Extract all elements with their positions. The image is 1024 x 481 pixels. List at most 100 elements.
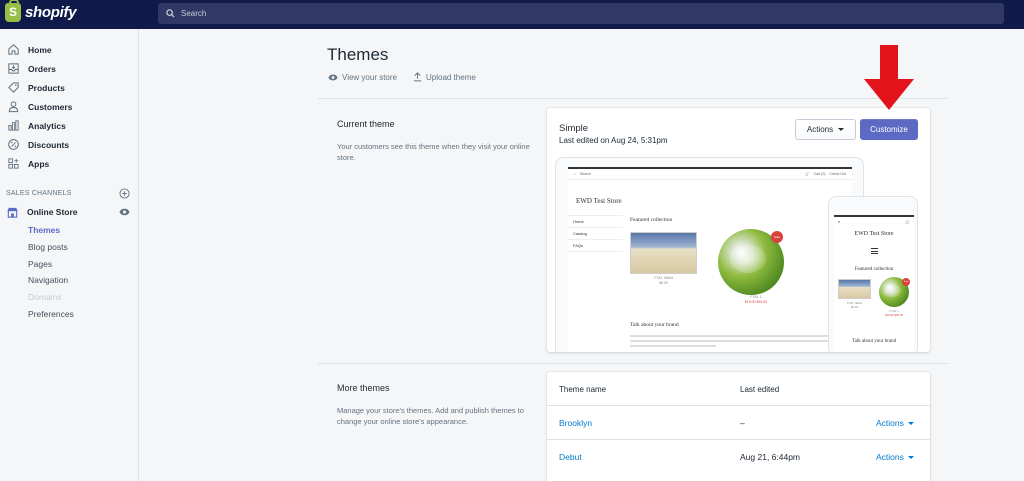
current-theme-card: Simple Last edited on Aug 24, 5:31pm Act… xyxy=(547,108,930,352)
sidebar: Home Orders Products Customers Analytics… xyxy=(0,29,139,481)
sidebar-item-label: Home xyxy=(28,44,52,55)
mobile-preview[interactable]: ⌕ 🛒 EWD Test Store Featured collection F… xyxy=(828,196,918,352)
sidebar-item-label: Discounts xyxy=(28,139,70,150)
upload-theme-link[interactable]: Upload theme xyxy=(413,72,476,82)
preview-product-image xyxy=(630,232,697,274)
sidebar-item-navigation[interactable]: Navigation xyxy=(28,272,74,289)
mobile-sale-badge: Sale xyxy=(902,278,910,286)
table-row: Debut Aug 21, 6:44pm Actions xyxy=(547,439,930,473)
page-header-actions: View your store Upload theme xyxy=(328,72,476,82)
preview-globe-caption: FYAL 1 $19.00 $29.00 xyxy=(726,295,786,305)
sidebar-item-label: Apps xyxy=(28,158,50,169)
mobile-menu-icon xyxy=(871,248,878,256)
customize-button[interactable]: Customize xyxy=(860,119,918,140)
mobile-product-image xyxy=(838,279,871,299)
sidebar-item-orders[interactable]: Orders xyxy=(0,59,139,78)
section-divider xyxy=(318,98,948,99)
main-nav: Home Orders Products Customers Analytics… xyxy=(0,40,139,173)
red-arrow-annotation xyxy=(864,45,914,110)
eye-icon[interactable] xyxy=(119,208,130,216)
caret-down-icon xyxy=(907,421,914,425)
current-theme-title: Current theme xyxy=(337,119,395,129)
mobile-globe-caption: FYAL 1 $19.00 $29.00 xyxy=(876,309,912,317)
preview-menu: Home Catalog FAQs xyxy=(568,215,623,252)
mobile-talk-heading: Talk about your brand xyxy=(851,339,897,344)
mobile-product-price: $19.00 $29.00 xyxy=(885,313,903,317)
preview-sale-badge: Sale xyxy=(771,231,783,243)
preview-product-caption: FYAL Tablet $9.00 xyxy=(630,276,697,286)
theme-link-debut[interactable]: Debut xyxy=(559,452,582,462)
home-icon xyxy=(6,43,20,57)
preview-talk-text xyxy=(630,335,845,350)
search-input[interactable] xyxy=(181,9,581,18)
sidebar-item-pages[interactable]: Pages xyxy=(28,255,74,272)
preview-featured-heading: Featured collection xyxy=(630,217,673,223)
desktop-preview-screen: ⌕ Search 🛒 Cart (0) Check Out EWD Test S… xyxy=(568,167,852,352)
preview-product-price: $9.00 xyxy=(659,281,668,285)
more-themes-card: Theme name Last edited Brooklyn – Action… xyxy=(547,372,930,481)
theme-link-brooklyn[interactable]: Brooklyn xyxy=(559,418,592,428)
orders-icon xyxy=(6,62,20,76)
current-theme-description: Your customers see this theme when they … xyxy=(337,142,530,162)
mobile-cart-icon: 🛒 xyxy=(905,218,910,224)
mobile-product-price: $9.00 xyxy=(851,305,858,309)
apps-icon xyxy=(6,157,20,171)
mobile-store-name: EWD Test Store xyxy=(854,231,894,237)
search-bar[interactable] xyxy=(158,3,1004,24)
view-store-link[interactable]: View your store xyxy=(328,72,397,82)
sidebar-item-discounts[interactable]: Discounts xyxy=(0,135,139,154)
sidebar-item-home[interactable]: Home xyxy=(0,40,139,59)
theme-last-edited: Last edited on Aug 24, 5:31pm xyxy=(559,136,668,145)
brand-name: shopify xyxy=(25,4,77,21)
online-store-subnav: Themes Blog posts Pages Navigation Domai… xyxy=(28,222,74,322)
sidebar-item-products[interactable]: Products xyxy=(0,78,139,97)
tag-icon xyxy=(6,81,20,95)
sales-channels-label: SALES CHANNELS xyxy=(6,190,72,197)
shopify-logo[interactable]: S shopify xyxy=(5,0,77,22)
theme-actions-button[interactable]: Actions xyxy=(876,418,914,428)
preview-cart-icon: 🛒 xyxy=(805,172,810,176)
theme-last-edited: Aug 21, 6:44pm xyxy=(740,452,801,462)
mobile-featured-heading: Featured collection xyxy=(854,267,894,272)
more-themes-description: Manage your store's themes. Add and publ… xyxy=(337,406,524,426)
search-icon xyxy=(166,9,175,18)
preview-talk-heading: Talk about your brand xyxy=(630,322,679,328)
desktop-preview[interactable]: ⌕ Search 🛒 Cart (0) Check Out EWD Test S… xyxy=(555,157,864,352)
caret-down-icon xyxy=(838,128,845,131)
preview-checkout-text: Check Out xyxy=(829,172,846,176)
more-themes-title: More themes xyxy=(337,383,390,393)
actions-label: Actions xyxy=(876,452,904,462)
table-row: Brooklyn – Actions xyxy=(547,405,930,439)
sidebar-item-label: Orders xyxy=(28,63,56,74)
mobile-product-caption: FYAL Tablet $9.00 xyxy=(838,301,871,309)
discount-icon xyxy=(6,138,20,152)
actions-dropdown-button[interactable]: Actions xyxy=(795,119,856,140)
preview-store-name: EWD Test Store xyxy=(576,197,622,205)
caret-down-icon xyxy=(907,455,914,459)
preview-menu-item: Catalog xyxy=(568,228,623,240)
sidebar-item-label: Products xyxy=(28,82,65,93)
col-last-edited: Last edited xyxy=(740,385,780,394)
upload-theme-label: Upload theme xyxy=(426,72,476,82)
sidebar-item-preferences[interactable]: Preferences xyxy=(28,305,74,322)
sidebar-item-domains: Domains xyxy=(28,292,62,303)
actions-label: Actions xyxy=(806,125,834,134)
preview-menu-item: Home xyxy=(568,216,623,228)
sidebar-item-online-store[interactable]: Online Store xyxy=(6,204,130,220)
logo-letter: S xyxy=(9,5,18,19)
sidebar-item-themes[interactable]: Themes xyxy=(28,222,74,239)
sales-channels-header: SALES CHANNELS xyxy=(6,188,130,199)
add-channel-icon[interactable] xyxy=(119,188,130,199)
sidebar-item-blog-posts[interactable]: Blog posts xyxy=(28,239,74,256)
page-title: Themes xyxy=(327,45,389,64)
sidebar-item-customers[interactable]: Customers xyxy=(0,97,139,116)
bar-chart-icon xyxy=(6,119,20,133)
mobile-preview-screen: ⌕ 🛒 EWD Test Store Featured collection F… xyxy=(834,215,914,352)
theme-name: Simple xyxy=(559,123,589,134)
sidebar-item-analytics[interactable]: Analytics xyxy=(0,116,139,135)
preview-search-text: Search xyxy=(579,172,592,176)
shopify-bag-icon: S xyxy=(5,0,21,22)
sidebar-item-apps[interactable]: Apps xyxy=(0,154,139,173)
preview-product-price: $19.00 $29.00 xyxy=(744,300,768,304)
theme-actions-button[interactable]: Actions xyxy=(876,452,914,462)
